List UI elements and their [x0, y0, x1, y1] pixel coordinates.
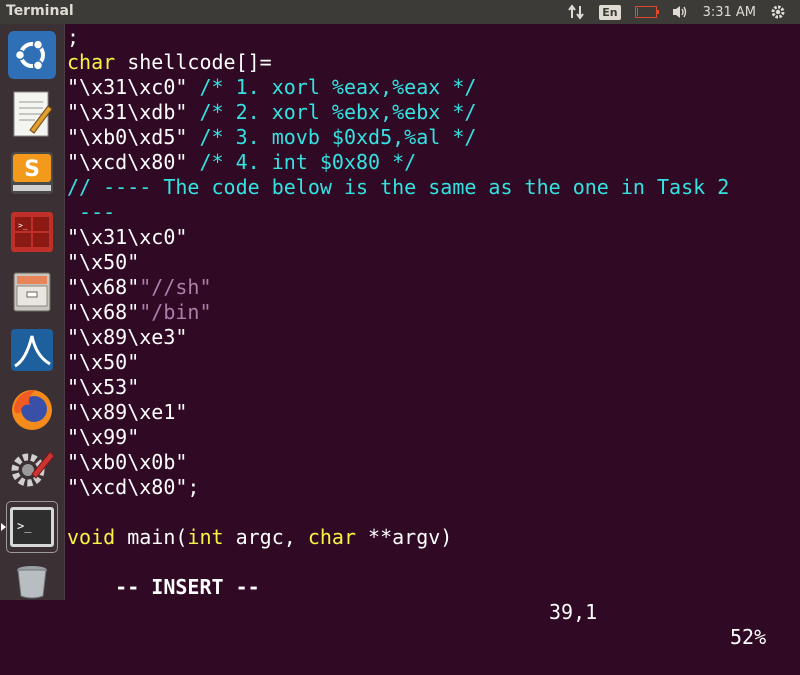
code-line: "\xb0\xd5" /* 3. movb $0xd5,%al */: [67, 125, 476, 150]
string-literal: "\x31\xc0": [67, 75, 188, 99]
string-literal: "\xb0\xd5": [67, 125, 188, 149]
code-text: shellcode[]=: [115, 50, 272, 74]
wireshark-fin-icon: [11, 329, 53, 371]
language-label: En: [599, 4, 621, 20]
terminal-window[interactable]: ; char shellcode[]= "\x31\xc0" /* 1. xor…: [65, 24, 800, 649]
code-line: "\x68""//sh": [67, 275, 212, 300]
vim-status-line: -- INSERT -- 39,1 52%: [67, 550, 787, 649]
string-literal-special: "//sh": [139, 275, 212, 299]
keyword: void: [67, 525, 116, 549]
code-text: argc,: [223, 525, 308, 549]
firefox-icon: [12, 390, 52, 430]
svg-text:S: S: [24, 157, 40, 182]
keyword: char: [307, 525, 357, 549]
comment-line: // ---- The code below is the same as th…: [67, 175, 730, 199]
code-line: "\x31\xc0" /* 1. xorl %eax,%eax */: [67, 75, 476, 100]
comment: /* 2. xorl %ebx,%ebx */: [187, 100, 477, 124]
volume-icon[interactable]: [671, 4, 689, 20]
terminal-icon: >_: [10, 507, 54, 547]
trash-icon: [17, 566, 47, 599]
code-line: "\x99": [67, 425, 140, 449]
text-editor-launcher[interactable]: [6, 88, 58, 140]
file-manager-launcher[interactable]: [6, 265, 58, 317]
code-line: void main(int argc, char **argv): [67, 525, 452, 550]
code-line: "\x53": [67, 375, 140, 399]
window-title: Terminal: [6, 3, 74, 19]
wireshark-launcher[interactable]: [6, 324, 58, 376]
network-arrows-icon[interactable]: [567, 4, 585, 20]
code-line: "\x31\xdb" /* 2. xorl %ebx,%ebx */: [67, 100, 476, 125]
code-line: ;: [67, 25, 80, 49]
battery-fill: [636, 8, 638, 16]
code-line: "\x50": [67, 350, 140, 374]
code-line: "\x31\xc0": [67, 225, 188, 249]
terminal-emulator-launcher[interactable]: >_: [6, 206, 58, 258]
launcher: S >_ >_: [0, 24, 65, 600]
ubuntu-dash-button[interactable]: [6, 29, 58, 81]
code-line: "\x68""/bin": [67, 300, 212, 325]
code-text: **argv): [356, 525, 453, 549]
firefox-launcher[interactable]: [6, 383, 58, 435]
code-text: main(: [115, 525, 188, 549]
top-panel: Terminal En 3:31 AM: [0, 0, 800, 24]
terminal-launcher[interactable]: >_: [1, 501, 58, 553]
code-line: "\xcd\x80";: [67, 475, 200, 499]
comment: /* 4. int $0x80 */: [187, 150, 417, 174]
keyword: int: [187, 525, 224, 549]
clock[interactable]: 3:31 AM: [703, 5, 756, 20]
active-indicator: [1, 523, 6, 531]
battery-icon[interactable]: [634, 6, 659, 18]
ubuntu-logo-icon: [8, 31, 56, 79]
string-literal-special: "/bin": [139, 300, 212, 324]
code-line: "\x89\xe1": [67, 400, 188, 424]
cursor-position: 39,1: [549, 600, 598, 624]
code-line: "\xcd\x80" /* 4. int $0x80 */: [67, 150, 416, 175]
svg-text:>_: >_: [18, 221, 28, 230]
system-tray: En 3:31 AM: [567, 0, 800, 24]
mode-indicator: -- INSERT --: [115, 575, 260, 599]
code-line: "\x50": [67, 250, 140, 274]
string-literal: "\x68": [67, 275, 140, 299]
battery-outline: [634, 6, 659, 18]
keyword: char: [67, 50, 116, 74]
trash-launcher[interactable]: [6, 554, 58, 606]
string-literal: "\x31\xdb": [67, 100, 188, 124]
string-literal: "\x68": [67, 300, 140, 324]
code-line: char shellcode[]=: [67, 50, 272, 75]
string-literal: "\xcd\x80": [67, 150, 188, 174]
code-line: "\xb0\x0b": [67, 450, 188, 474]
sublime-text-launcher[interactable]: S: [6, 147, 58, 199]
comment-line: ---: [67, 200, 116, 224]
sublime-text-icon: S: [11, 152, 53, 194]
file-cabinet-icon: [13, 272, 51, 312]
settings-gear-icon[interactable]: [770, 4, 786, 20]
scroll-percent: 52%: [730, 625, 767, 649]
code-line: "\x89\xe3": [67, 325, 188, 349]
terminal-emulator-icon: >_: [11, 212, 53, 252]
comment: /* 1. xorl %eax,%eax */: [187, 75, 477, 99]
system-settings-launcher[interactable]: [6, 442, 58, 494]
comment: /* 3. movb $0xd5,%al */: [187, 125, 477, 149]
settings-wrench-icon: [11, 451, 55, 487]
svg-text:>_: >_: [17, 519, 32, 533]
text-editor-icon: [13, 91, 53, 137]
keyboard-language-indicator[interactable]: En: [599, 4, 621, 20]
